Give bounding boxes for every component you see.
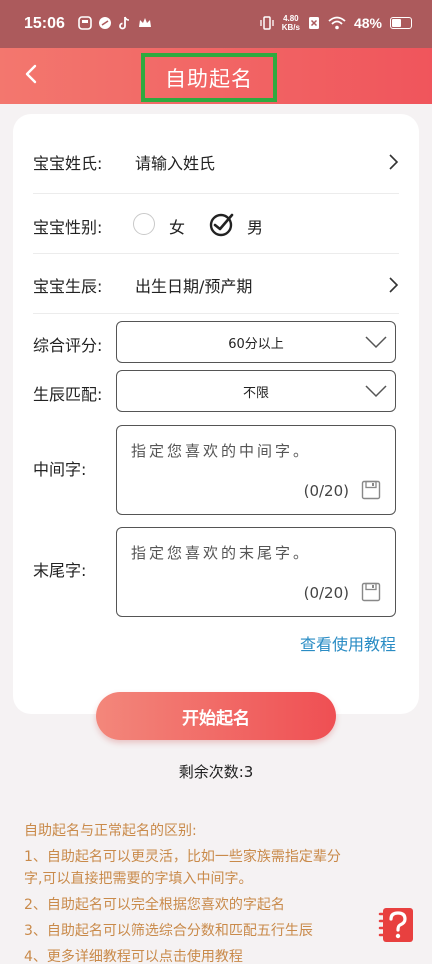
page-title: 自助起名 [141, 53, 277, 102]
surname-input[interactable]: 请输入姓氏 [135, 150, 215, 174]
divider [33, 313, 399, 314]
leaf-notification-icon [99, 17, 111, 29]
notes-title: 自助起名与正常起名的区别: [24, 823, 197, 839]
gender-male-radio-checked-icon[interactable] [209, 211, 235, 237]
save-icon[interactable] [361, 582, 381, 602]
battery-icon [390, 17, 412, 29]
last-char-placeholder: 指定您喜欢的末尾字。 [131, 544, 312, 562]
status-bar: 15:06 4.80 KB/s 48% [0, 0, 432, 48]
last-char-counter: (0/20) [303, 584, 349, 602]
status-right: 4.80 KB/s 48% [260, 14, 412, 32]
match-select-value: 不限 [242, 385, 269, 401]
app-notification-icon [78, 16, 92, 30]
start-naming-button[interactable]: 开始起名 [96, 692, 336, 740]
notes-line: 字,可以直接把需要的字填入中间字。 [24, 871, 253, 887]
birth-date-picker[interactable]: 出生日期/预产期 [135, 273, 252, 297]
remaining-count: 剩余次数:3 [178, 763, 254, 781]
score-label: 综合评分: [33, 336, 103, 355]
surname-row[interactable]: 宝宝姓氏: 请输入姓氏 [33, 150, 399, 176]
middle-char-counter: (0/20) [303, 482, 349, 500]
match-label: 生辰匹配: [33, 385, 103, 404]
form-card: 宝宝姓氏: 请输入姓氏 宝宝性别: 女 男 宝宝生辰: 出生日期/预产期 综合评… [13, 114, 419, 714]
notification-icons [78, 16, 152, 30]
notes-line: 4、更多详细教程可以点击使用教程 [24, 949, 243, 964]
tiktok-notification-icon [119, 16, 130, 30]
notes-line: 1、自助起名可以更灵活，比如一些家族需指定辈分 [24, 849, 341, 865]
middle-char-placeholder: 指定您喜欢的中间字。 [131, 442, 312, 460]
gender-label: 宝宝性别: [33, 218, 103, 237]
vibrate-icon [260, 16, 274, 30]
sim-off-icon [308, 17, 319, 29]
chevron-down-icon [365, 336, 387, 349]
gender-female-radio[interactable] [133, 213, 155, 235]
middle-char-label: 中间字: [33, 460, 87, 479]
network-speed: 4.80 KB/s [282, 14, 300, 32]
chevron-right-icon [389, 154, 399, 170]
divider [33, 253, 399, 254]
save-icon[interactable] [361, 480, 381, 500]
surname-label: 宝宝姓氏: [33, 154, 103, 173]
notes-line: 3、自助起名可以筛选综合分数和匹配五行生辰 [24, 923, 313, 939]
chevron-down-icon [365, 385, 387, 398]
network-speed-unit: KB/s [281, 23, 300, 32]
network-speed-value: 4.80 [283, 14, 299, 23]
wifi-icon [328, 16, 346, 30]
battery-percent: 48% [353, 15, 382, 31]
back-arrow-icon[interactable] [20, 60, 44, 88]
birth-label: 宝宝生辰: [33, 277, 103, 296]
last-char-textarea[interactable]: 指定您喜欢的末尾字。 (0/20) [116, 527, 396, 617]
gender-female-label[interactable]: 女 [169, 214, 185, 238]
middle-char-textarea[interactable]: 指定您喜欢的中间字。 (0/20) [116, 425, 396, 515]
gender-row: 宝宝性别: 女 男 [33, 211, 399, 241]
gender-male-label[interactable]: 男 [247, 214, 263, 238]
tutorial-link[interactable]: 查看使用教程 [300, 631, 396, 655]
score-select-value: 60分以上 [228, 336, 284, 352]
match-select[interactable]: 不限 [116, 370, 396, 412]
help-question-icon[interactable] [378, 904, 416, 944]
birth-row[interactable]: 宝宝生辰: 出生日期/预产期 [33, 273, 399, 299]
notes-line: 2、自助起名可以完全根据您喜欢的字起名 [24, 897, 285, 913]
chevron-right-icon [389, 277, 399, 293]
divider [33, 193, 399, 194]
status-time: 15:06 [24, 15, 65, 32]
score-select[interactable]: 60分以上 [116, 321, 396, 363]
last-char-label: 末尾字: [33, 561, 87, 580]
crown-notification-icon [139, 18, 151, 27]
